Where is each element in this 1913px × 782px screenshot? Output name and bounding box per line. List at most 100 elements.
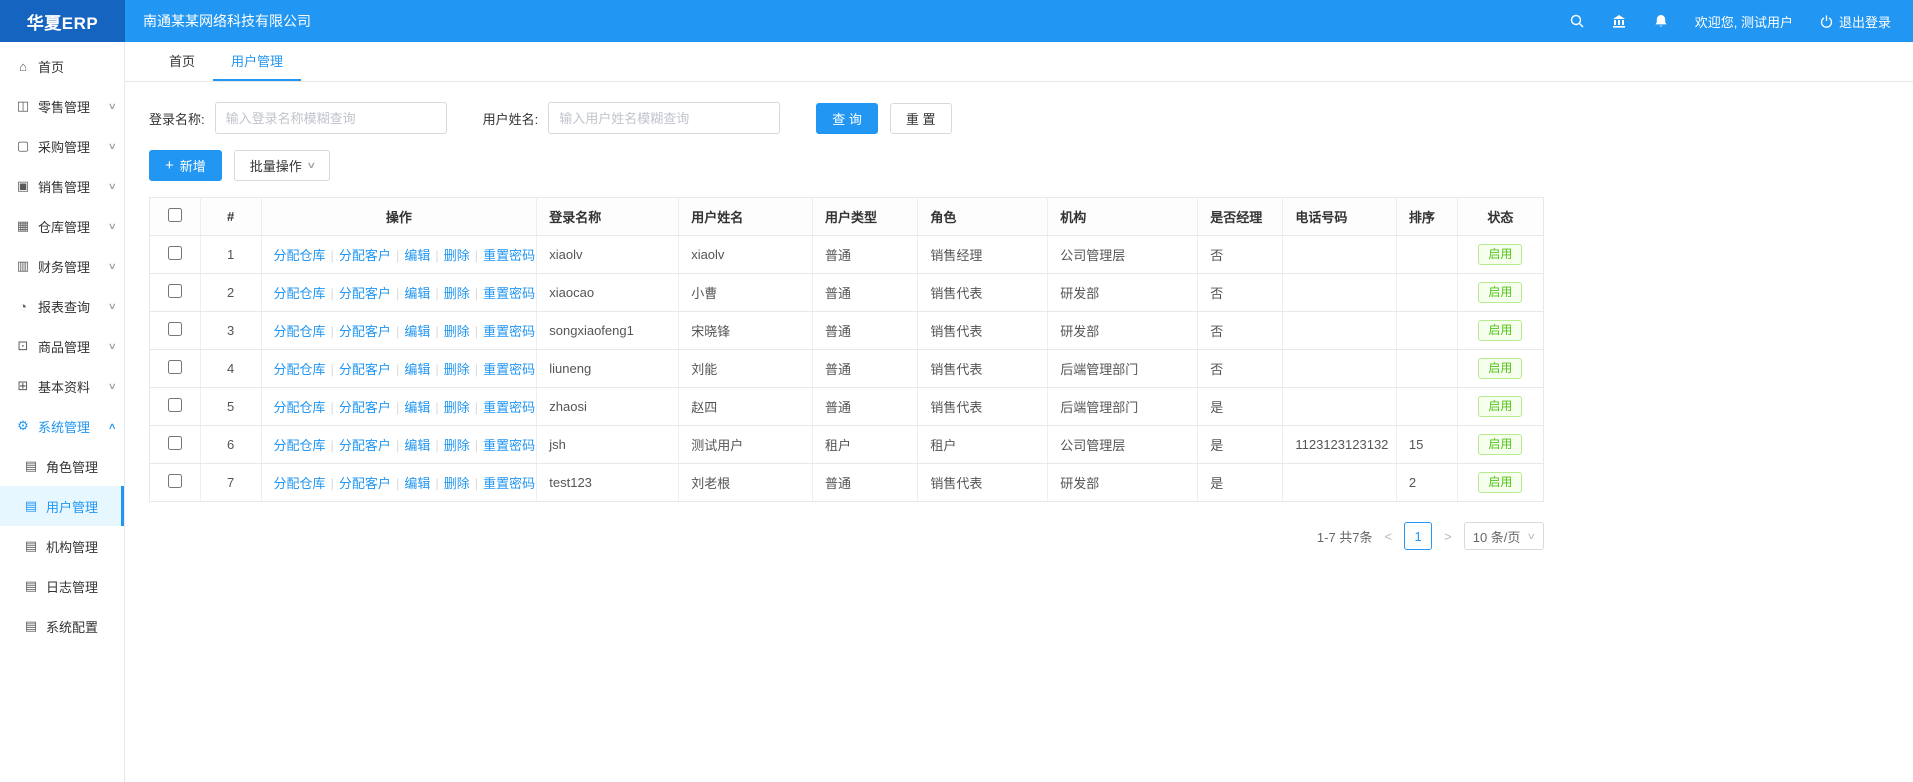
op-edit-link[interactable]: 编辑 <box>404 248 430 263</box>
op-delete-link[interactable]: 删除 <box>444 286 470 301</box>
is-manager-cell: 否 <box>1198 312 1283 350</box>
op-assign-customer-link[interactable]: 分配客户 <box>339 324 391 339</box>
add-button[interactable]: + 新增 <box>149 150 222 181</box>
row-checkbox[interactable] <box>168 398 182 412</box>
op-assign-customer-link[interactable]: 分配客户 <box>339 400 391 415</box>
op-assign-warehouse-link[interactable]: 分配仓库 <box>274 324 326 339</box>
sidebar-item-retail[interactable]: ◫零售管理∨ <box>0 86 124 126</box>
column-header: 排序 <box>1396 198 1457 236</box>
row-checkbox[interactable] <box>168 436 182 450</box>
column-header: 状态 <box>1457 198 1543 236</box>
user-type-cell: 普通 <box>813 350 918 388</box>
row-index: 5 <box>200 388 261 426</box>
tab-home[interactable]: 首页 <box>151 42 213 81</box>
user-name-input[interactable] <box>548 102 780 134</box>
role-cell: 销售代表 <box>918 464 1048 502</box>
op-assign-warehouse-link[interactable]: 分配仓库 <box>274 438 326 453</box>
op-edit-link[interactable]: 编辑 <box>404 476 430 491</box>
status-badge: 启用 <box>1478 282 1522 303</box>
op-delete-link[interactable]: 删除 <box>444 476 470 491</box>
op-reset-password-link[interactable]: 重置密码 <box>483 438 535 453</box>
op-delete-link[interactable]: 删除 <box>444 362 470 377</box>
page-size-select[interactable]: 10 条/页 ∨ <box>1464 522 1544 550</box>
sidebar-item-warehouse[interactable]: ▦仓库管理∨ <box>0 206 124 246</box>
sidebar-item-users[interactable]: ▤用户管理 <box>0 486 124 526</box>
page-number-button[interactable]: 1 <box>1404 522 1432 550</box>
plus-icon: + <box>165 158 174 173</box>
sidebar-item-config[interactable]: ▤系统配置 <box>0 606 124 646</box>
op-assign-warehouse-link[interactable]: 分配仓库 <box>274 248 326 263</box>
row-checkbox[interactable] <box>168 246 182 260</box>
op-edit-link[interactable]: 编辑 <box>404 324 430 339</box>
sidebar-item-purchase[interactable]: ▢采购管理∨ <box>0 126 124 166</box>
table-row: 4分配仓库|分配客户|编辑|删除|重置密码liuneng刘能普通销售代表后端管理… <box>150 350 1544 388</box>
reset-button[interactable]: 重 置 <box>890 103 952 134</box>
divider: | <box>475 248 478 263</box>
op-edit-link[interactable]: 编辑 <box>404 438 430 453</box>
sidebar-item-logs[interactable]: ▤日志管理 <box>0 566 124 606</box>
op-edit-link[interactable]: 编辑 <box>404 362 430 377</box>
op-assign-warehouse-link[interactable]: 分配仓库 <box>274 400 326 415</box>
sort-cell <box>1396 274 1457 312</box>
op-reset-password-link[interactable]: 重置密码 <box>483 400 535 415</box>
sidebar-item-home[interactable]: ⌂首页 <box>0 46 124 86</box>
prev-page-button[interactable]: < <box>1383 529 1395 544</box>
sidebar-item-system[interactable]: ⚙系统管理∧ <box>0 406 124 446</box>
sidebar-item-finance[interactable]: ▥财务管理∨ <box>0 246 124 286</box>
op-reset-password-link[interactable]: 重置密码 <box>483 286 535 301</box>
bank-icon[interactable] <box>1611 13 1627 29</box>
sidebar-item-basic-data[interactable]: ⊞基本资料∨ <box>0 366 124 406</box>
op-assign-customer-link[interactable]: 分配客户 <box>339 286 391 301</box>
batch-actions-button[interactable]: 批量操作 ∨ <box>234 150 331 181</box>
row-checkbox[interactable] <box>168 284 182 298</box>
sidebar-item-sales[interactable]: ▣销售管理∨ <box>0 166 124 206</box>
op-assign-customer-link[interactable]: 分配客户 <box>339 362 391 377</box>
row-index: 4 <box>200 350 261 388</box>
op-edit-link[interactable]: 编辑 <box>404 400 430 415</box>
op-assign-warehouse-link[interactable]: 分配仓库 <box>274 286 326 301</box>
column-header: 电话号码 <box>1283 198 1397 236</box>
row-checkbox[interactable] <box>168 360 182 374</box>
search-button[interactable]: 查 询 <box>816 103 878 134</box>
op-assign-customer-link[interactable]: 分配客户 <box>339 248 391 263</box>
sidebar-item-roles[interactable]: ▤角色管理 <box>0 446 124 486</box>
op-edit-link[interactable]: 编辑 <box>404 286 430 301</box>
finance-icon: ▥ <box>14 258 32 274</box>
op-reset-password-link[interactable]: 重置密码 <box>483 324 535 339</box>
select-all-checkbox[interactable] <box>168 208 182 222</box>
user-type-cell: 租户 <box>813 426 918 464</box>
logout-button[interactable]: 退出登录 <box>1819 12 1891 31</box>
op-delete-link[interactable]: 删除 <box>444 248 470 263</box>
row-checkbox[interactable] <box>168 322 182 336</box>
login-name-cell: songxiaofeng1 <box>537 312 679 350</box>
sidebar-item-reports[interactable]: ◔报表查询∨ <box>0 286 124 326</box>
op-delete-link[interactable]: 删除 <box>444 324 470 339</box>
row-checkbox[interactable] <box>168 474 182 488</box>
op-delete-link[interactable]: 删除 <box>444 400 470 415</box>
report-icon: ◔ <box>14 299 32 314</box>
user-name-cell: 测试用户 <box>679 426 813 464</box>
op-delete-link[interactable]: 删除 <box>444 438 470 453</box>
row-actions: 分配仓库|分配客户|编辑|删除|重置密码 <box>261 464 537 502</box>
sidebar-item-goods[interactable]: ⊡商品管理∨ <box>0 326 124 366</box>
chevron-up-icon: ∧ <box>108 421 117 432</box>
search-icon[interactable] <box>1569 13 1585 29</box>
op-reset-password-link[interactable]: 重置密码 <box>483 362 535 377</box>
op-assign-customer-link[interactable]: 分配客户 <box>339 476 391 491</box>
sort-cell <box>1396 388 1457 426</box>
bell-icon[interactable] <box>1653 13 1669 29</box>
op-reset-password-link[interactable]: 重置密码 <box>483 248 535 263</box>
tab-user-management[interactable]: 用户管理 <box>213 42 301 81</box>
op-assign-customer-link[interactable]: 分配客户 <box>339 438 391 453</box>
pagination: 1-7 共7条 < 1 > 10 条/页 ∨ <box>149 522 1544 550</box>
op-assign-warehouse-link[interactable]: 分配仓库 <box>274 362 326 377</box>
login-name-input[interactable] <box>215 102 447 134</box>
op-reset-password-link[interactable]: 重置密码 <box>483 476 535 491</box>
toolbar: + 新增 批量操作 ∨ <box>149 150 1544 181</box>
purchase-icon: ▢ <box>14 138 32 154</box>
sidebar-item-orgs[interactable]: ▤机构管理 <box>0 526 124 566</box>
sort-cell: 15 <box>1396 426 1457 464</box>
divider: | <box>475 438 478 453</box>
op-assign-warehouse-link[interactable]: 分配仓库 <box>274 476 326 491</box>
next-page-button[interactable]: > <box>1442 529 1454 544</box>
